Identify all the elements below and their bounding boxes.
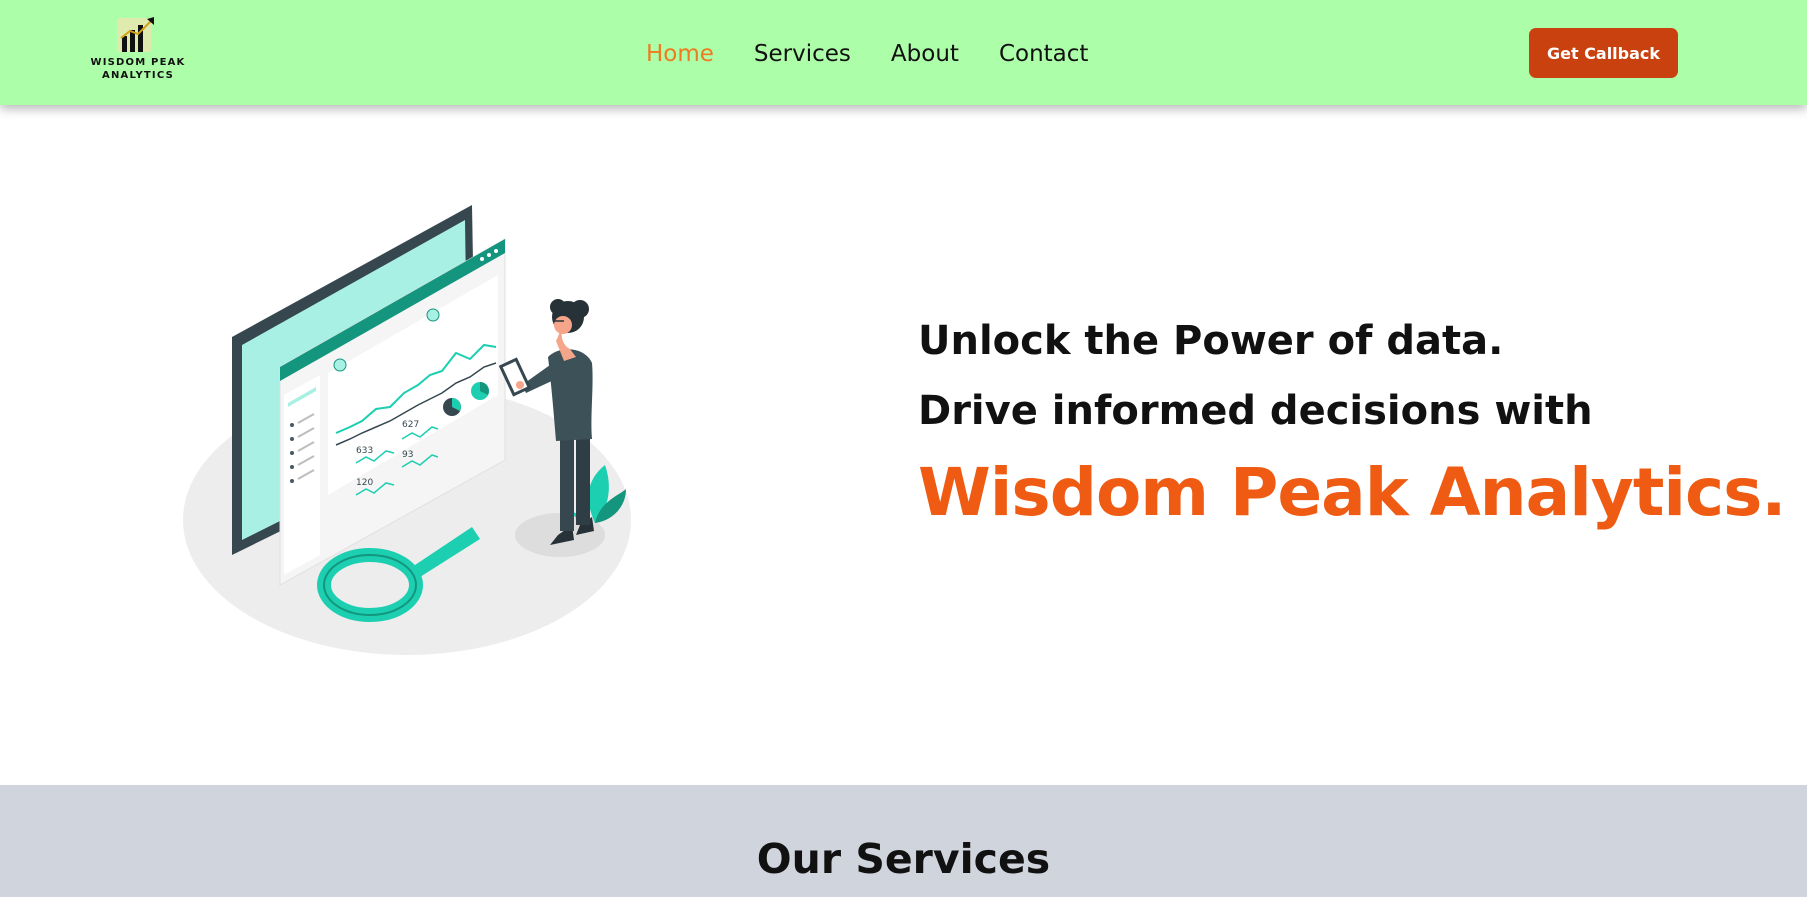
nav-link-services[interactable]: Services [754,36,851,72]
logo-text-line2: ANALYTICS [102,70,174,81]
services-section: Our Services [0,785,1807,897]
hero-headline-2: Drive informed decisions with [918,388,1593,434]
logo[interactable]: WISDOM PEAK ANALYTICS [88,16,188,84]
services-title: Our Services [756,835,1051,883]
hero-text: Unlock the Power of data. Drive informed… [918,306,1786,538]
logo-text: WISDOM PEAK ANALYTICS [88,56,188,82]
main-nav: Home Services About Contact [646,36,1128,72]
dashboard-stat-2: 633 [356,446,373,456]
data-analytics-dashboard-illustration: 627 633 93 120 [183,205,631,655]
hero-brand-name: Wisdom Peak Analytics. [918,454,1786,531]
bar-chart-arrow-icon [117,17,154,52]
logo-text-line1: WISDOM PEAK [90,57,186,68]
top-navbar: WISDOM PEAK ANALYTICS Home Services Abou… [0,0,1807,105]
get-callback-button[interactable]: Get Callback [1529,28,1678,78]
nav-link-contact[interactable]: Contact [999,36,1088,72]
nav-link-about[interactable]: About [891,36,959,72]
dashboard-stat-1: 627 [402,420,419,430]
dashboard-stat-3: 93 [402,450,413,460]
nav-link-home[interactable]: Home [646,36,714,72]
hero-headline-1: Unlock the Power of data. [918,318,1504,364]
dashboard-stat-4: 120 [356,478,373,488]
